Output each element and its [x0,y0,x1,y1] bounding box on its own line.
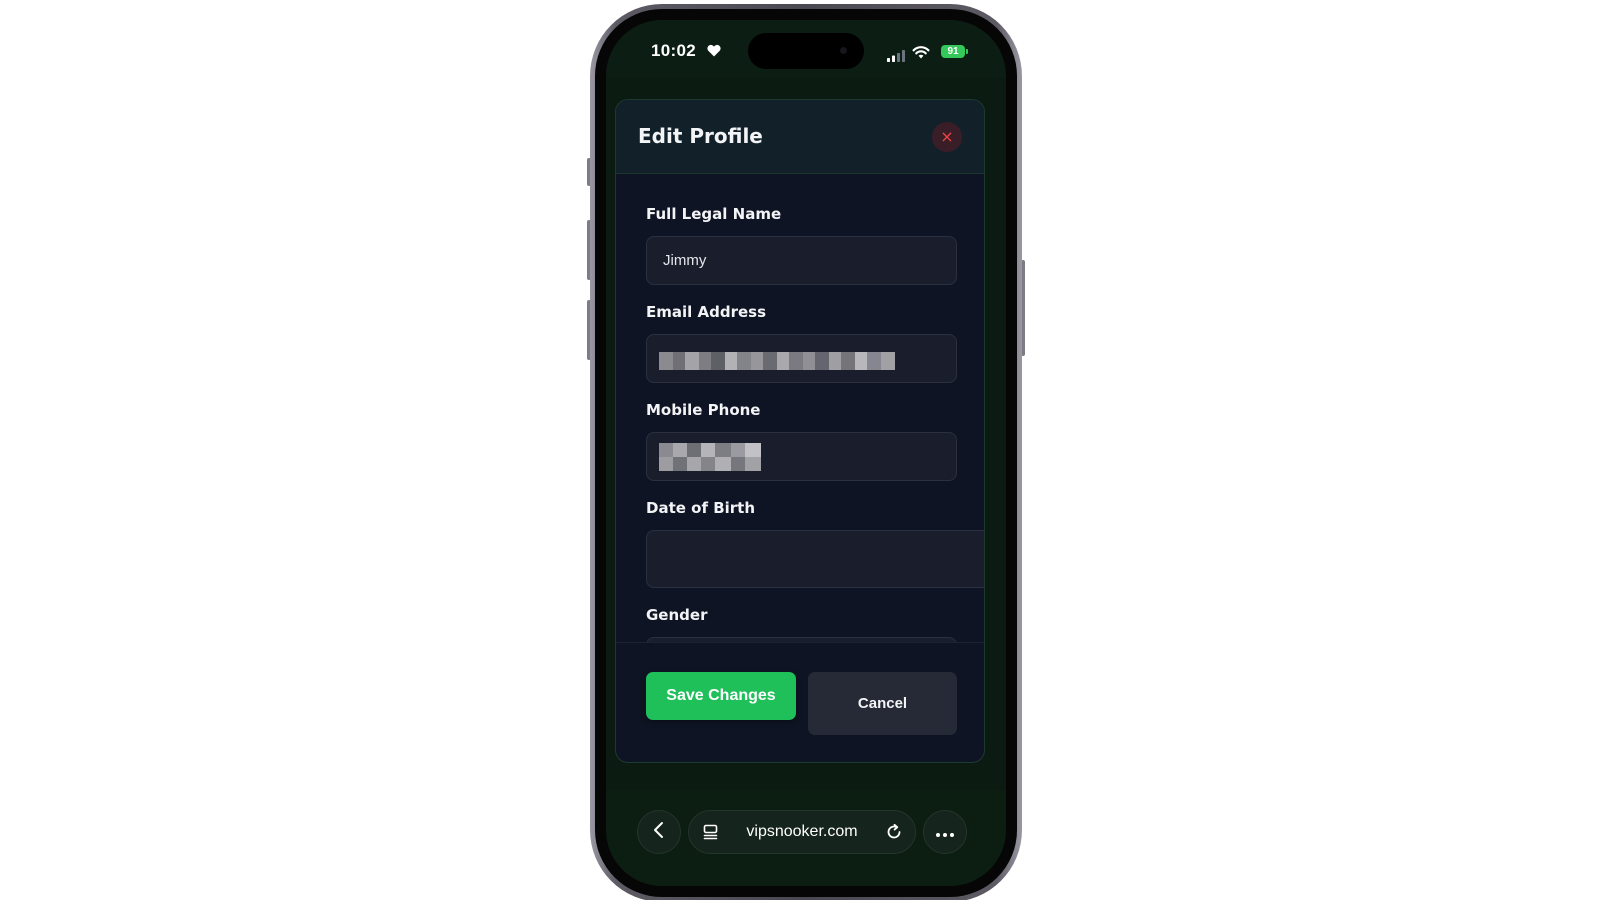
close-button[interactable]: × [932,122,962,152]
address-bar[interactable]: vipsnooker.com [688,810,916,854]
date-of-birth-label: Date of Birth [646,499,756,517]
date-of-birth-input[interactable] [646,530,984,588]
signal-icon [887,47,907,66]
modal-title: Edit Profile [638,124,763,148]
tabs-icon[interactable] [702,823,720,845]
url-text: vipsnooker.com [746,823,858,840]
browser-toolbar: vipsnooker.com [606,790,1006,886]
email-label: Email Address [646,303,767,321]
phone-screen: 10:02 91 Edit Profile × Full Legal Name … [606,20,1006,886]
redacted-email-value [659,352,897,370]
more-button[interactable] [923,810,967,854]
status-time: 10:02 [651,41,696,60]
more-icon [935,823,955,842]
battery-icon: 91 [941,45,965,58]
status-bar: 10:02 91 [606,20,1006,78]
cancel-button[interactable]: Cancel [808,672,957,735]
dynamic-island [748,33,864,69]
phone-bezel: 10:02 91 Edit Profile × Full Legal Name … [595,9,1017,897]
mobile-phone-label: Mobile Phone [646,401,761,419]
phone-frame: 10:02 91 Edit Profile × Full Legal Name … [590,4,1022,900]
reload-icon[interactable] [885,823,903,845]
battery-tip [966,49,968,54]
save-changes-button[interactable]: Save Changes [646,672,796,720]
camera-icon [840,47,847,54]
page-content: Edit Profile × Full Legal Name Jimmy Ema… [606,78,1006,790]
gender-label: Gender [646,606,708,624]
modal-footer: Save Changes Cancel [616,643,984,762]
email-input[interactable] [646,334,957,383]
mobile-phone-input[interactable] [646,432,957,481]
edit-profile-modal: Edit Profile × Full Legal Name Jimmy Ema… [615,99,985,763]
modal-body[interactable]: Full Legal Name Jimmy Email Address Mobi… [616,174,984,643]
heart-icon [707,42,721,61]
back-icon [652,821,666,843]
full-name-input[interactable]: Jimmy [646,236,957,285]
wifi-icon [912,44,930,63]
back-button[interactable] [637,810,681,854]
redacted-phone-value [659,443,761,471]
modal-header: Edit Profile × [616,100,984,174]
full-name-label: Full Legal Name [646,205,782,223]
screenshot-stage: 10:02 91 Edit Profile × Full Legal Name … [0,0,1600,900]
